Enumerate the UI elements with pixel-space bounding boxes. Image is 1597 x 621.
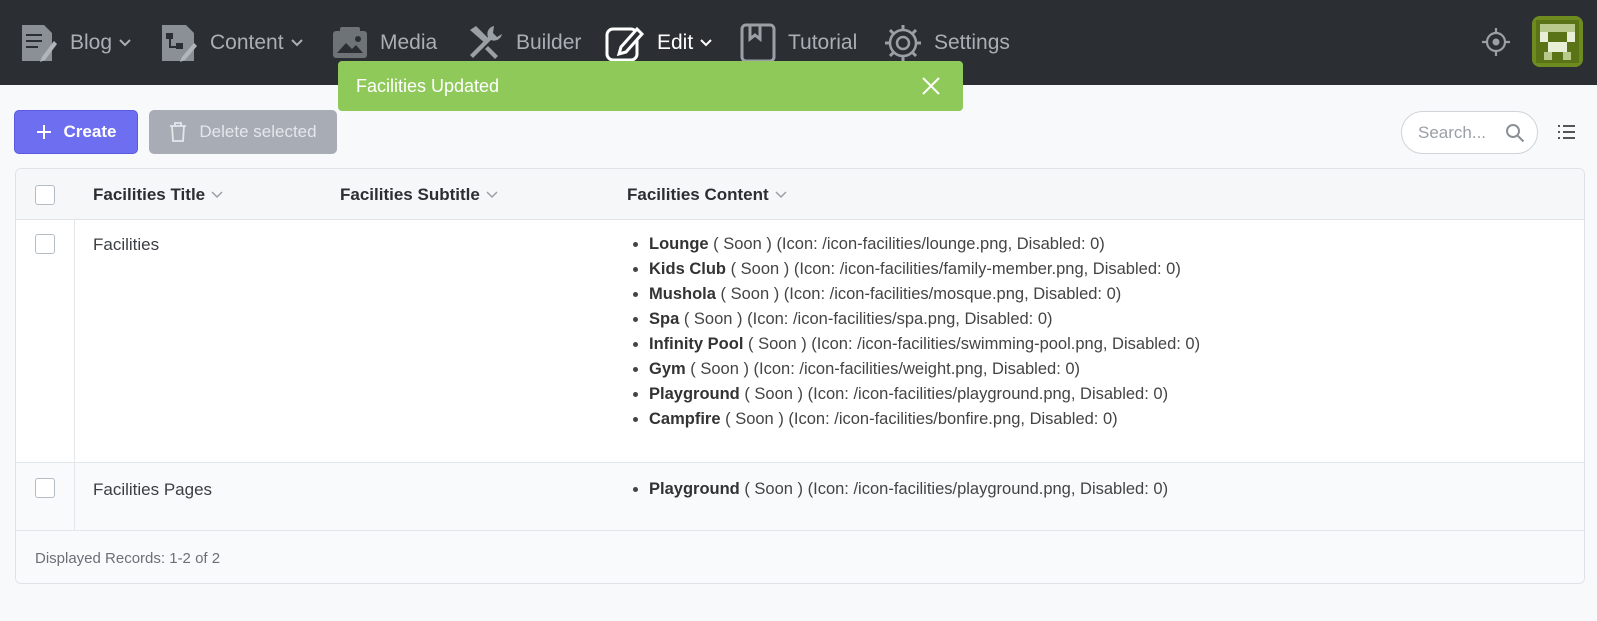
nav-label-edit: Edit <box>657 30 694 54</box>
table-row[interactable]: Facilities Lounge ( Soon ) (Icon: /icon-… <box>16 220 1584 463</box>
chevron-down-icon <box>211 190 223 198</box>
nav-item-content[interactable]: Content <box>160 0 304 85</box>
chevron-down-icon <box>119 38 131 46</box>
avatar-image <box>1532 16 1583 67</box>
facility-name: Mushola <box>649 285 716 303</box>
builder-icon <box>470 25 502 59</box>
list-item: Campfire ( Soon ) (Icon: /icon-facilitie… <box>649 407 1200 432</box>
row-checkbox[interactable] <box>35 478 55 498</box>
edit-icon <box>605 26 645 61</box>
nav-label-content: Content <box>210 30 284 54</box>
nav-item-blog[interactable]: Blog <box>20 0 132 85</box>
list-view-icon[interactable] <box>1556 122 1576 142</box>
list-item: Lounge ( Soon ) (Icon: /icon-facilities/… <box>649 232 1200 257</box>
content-icon <box>162 24 197 62</box>
facility-detail: ( Soon ) (Icon: /icon-facilities/playgro… <box>739 480 1169 498</box>
facility-detail: ( Soon ) (Icon: /icon-facilities/bonfire… <box>720 410 1118 428</box>
nav-label-media: Media <box>380 30 438 54</box>
facility-detail: ( Soon ) (Icon: /icon-facilities/weight.… <box>685 360 1081 378</box>
facility-name: Infinity Pool <box>649 335 744 353</box>
facility-name: Campfire <box>649 410 721 428</box>
nav-label-blog: Blog <box>70 30 113 54</box>
select-all-checkbox[interactable] <box>35 185 55 205</box>
table-row[interactable]: Facilities Pages Playground ( Soon ) (Ic… <box>16 463 1584 531</box>
table-footer: Displayed Records: 1-2 of 2 <box>16 531 1584 583</box>
column-header-content-label: Facilities Content <box>627 184 769 204</box>
column-header-content[interactable]: Facilities Content <box>627 169 787 220</box>
facility-detail: ( Soon ) (Icon: /icon-facilities/swimmin… <box>743 335 1201 353</box>
nav-label-tutorial: Tutorial <box>788 30 858 54</box>
facility-detail: ( Soon ) (Icon: /icon-facilities/mosque.… <box>715 285 1122 303</box>
column-divider <box>74 220 75 531</box>
delete-button-label: Delete selected <box>199 122 317 141</box>
column-header-subtitle[interactable]: Facilities Subtitle <box>340 169 498 220</box>
create-button[interactable]: Create <box>14 110 138 154</box>
column-header-title-label: Facilities Title <box>93 184 206 204</box>
cell-facilities-content: Playground ( Soon ) (Icon: /icon-facilit… <box>627 477 1168 502</box>
facilities-table: Facilities Title Facilities Subtitle Fac… <box>15 168 1585 584</box>
column-header-subtitle-label: Facilities Subtitle <box>340 184 480 204</box>
facility-name: Spa <box>649 310 680 328</box>
nav-label-builder: Builder <box>516 30 582 54</box>
facility-name: Playground <box>649 480 740 498</box>
list-item: Infinity Pool ( Soon ) (Icon: /icon-faci… <box>649 332 1200 357</box>
list-item: Spa ( Soon ) (Icon: /icon-facilities/spa… <box>649 307 1200 332</box>
gear-icon <box>885 24 921 61</box>
success-toast: Facilities Updated <box>338 61 963 111</box>
chevron-down-icon <box>486 190 498 198</box>
facility-detail: ( Soon ) (Icon: /icon-facilities/lounge.… <box>708 235 1105 253</box>
cell-facilities-content: Lounge ( Soon ) (Icon: /icon-facilities/… <box>627 232 1200 432</box>
delete-selected-button[interactable]: Delete selected <box>149 110 337 154</box>
avatar[interactable] <box>1532 16 1583 67</box>
facility-name: Playground <box>649 385 740 403</box>
facility-detail: ( Soon ) (Icon: /icon-facilities/spa.png… <box>679 310 1053 328</box>
column-header-title[interactable]: Facilities Title <box>93 169 223 220</box>
list-item: Mushola ( Soon ) (Icon: /icon-facilities… <box>649 282 1200 307</box>
blog-icon <box>22 24 57 62</box>
row-checkbox[interactable] <box>35 234 55 254</box>
media-icon <box>333 26 367 58</box>
list-item: Playground ( Soon ) (Icon: /icon-facilit… <box>649 382 1200 407</box>
trash-icon <box>170 122 187 142</box>
list-item: Playground ( Soon ) (Icon: /icon-facilit… <box>649 477 1168 502</box>
plus-icon <box>36 125 51 139</box>
book-icon <box>740 23 776 62</box>
list-item: Gym ( Soon ) (Icon: /icon-facilities/wei… <box>649 357 1200 382</box>
cell-facilities-title: Facilities <box>93 235 160 254</box>
records-count: Displayed Records: 1-2 of 2 <box>35 549 221 567</box>
create-button-label: Create <box>63 122 117 141</box>
facility-name: Kids Club <box>649 260 726 278</box>
facility-name: Lounge <box>649 235 709 253</box>
search-input[interactable] <box>1418 122 1502 143</box>
toast-message: Facilities Updated <box>356 75 500 96</box>
facility-name: Gym <box>649 360 686 378</box>
table-header: Facilities Title Facilities Subtitle Fac… <box>16 169 1584 220</box>
list-item: Kids Club ( Soon ) (Icon: /icon-faciliti… <box>649 257 1200 282</box>
chevron-down-icon <box>700 38 712 46</box>
cell-facilities-title: Facilities Pages <box>93 480 213 499</box>
search-icon[interactable] <box>1505 123 1525 143</box>
chevron-down-icon <box>290 38 303 46</box>
crosshair-icon[interactable] <box>1480 26 1512 58</box>
nav-label-settings: Settings <box>934 30 1010 54</box>
close-icon[interactable] <box>921 76 941 96</box>
search-box <box>1401 111 1538 154</box>
facility-detail: ( Soon ) (Icon: /icon-facilities/playgro… <box>739 385 1169 403</box>
chevron-down-icon <box>775 190 787 198</box>
facility-detail: ( Soon ) (Icon: /icon-facilities/family-… <box>726 260 1181 278</box>
